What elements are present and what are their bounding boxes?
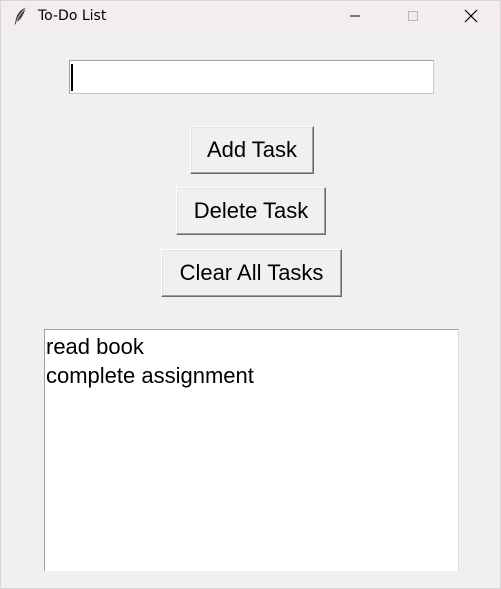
maximize-button[interactable]: [390, 1, 436, 31]
list-item[interactable]: read book: [46, 332, 458, 361]
window-title: To-Do List: [38, 8, 107, 24]
add-task-button[interactable]: Add Task: [190, 126, 314, 174]
feather-icon: [13, 7, 27, 25]
todo-window: To-Do List Add Task Delete Task Clear Al…: [0, 0, 501, 589]
title-bar[interactable]: To-Do List: [1, 1, 500, 32]
text-caret: [71, 64, 73, 91]
close-icon: [464, 9, 478, 23]
minimize-button[interactable]: [332, 1, 378, 31]
task-input[interactable]: [69, 60, 434, 94]
task-listbox[interactable]: read book complete assignment: [44, 329, 459, 571]
clear-all-tasks-button[interactable]: Clear All Tasks: [161, 249, 342, 297]
minimize-icon: [349, 10, 361, 22]
maximize-icon: [407, 10, 419, 22]
list-item[interactable]: complete assignment: [46, 361, 458, 390]
close-button[interactable]: [448, 1, 494, 31]
delete-task-button[interactable]: Delete Task: [176, 187, 326, 235]
